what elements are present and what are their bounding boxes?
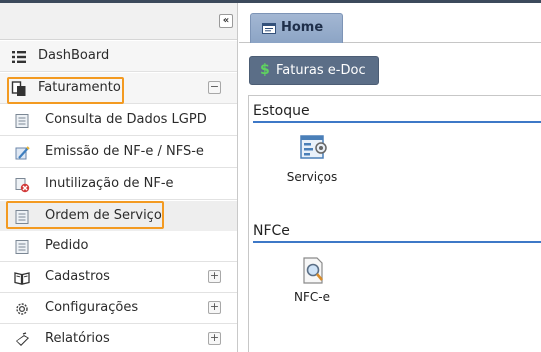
collapse-sidebar-button[interactable]: « xyxy=(219,14,233,28)
sidebar-item-dashboard[interactable]: DashBoard xyxy=(0,41,237,72)
sidebar-item-cadastros[interactable]: Cadastros + xyxy=(0,262,237,293)
gear-icon xyxy=(16,303,28,315)
dollar-icon: $ xyxy=(260,62,270,78)
tab-label: Home xyxy=(281,20,324,35)
sidebar-item-label: Emissão de NF-e / NFS-e xyxy=(45,144,204,159)
list-icon xyxy=(12,51,26,63)
section-title-estoque: Estoque xyxy=(253,103,310,119)
sidebar-item-label: DashBoard xyxy=(38,48,110,63)
book-icon xyxy=(14,272,30,285)
faturas-edoc-button[interactable]: $ Faturas e-Doc xyxy=(249,56,379,85)
report-icon xyxy=(16,332,29,346)
expand-relatorios-button[interactable]: + xyxy=(208,332,221,345)
services-report-icon xyxy=(300,135,327,159)
sidebar-item-label: Cadastros xyxy=(45,269,110,284)
section-divider xyxy=(253,241,541,243)
tab-home[interactable]: Home xyxy=(250,13,343,43)
magnifier-document-icon xyxy=(303,257,323,284)
sidebar-item-label: Inutilização de NF-e xyxy=(45,176,174,191)
sidebar: « DashBoard Faturamento − Consulta de Da… xyxy=(0,3,238,352)
tile-label: Serviços xyxy=(286,170,338,184)
sidebar-item-pedido[interactable]: Pedido xyxy=(0,231,237,262)
sidebar-item-inutilizacao-nfe[interactable]: Inutilização de NF-e xyxy=(0,169,237,200)
sidebar-item-emissao-nfe[interactable]: Emissão de NF-e / NFS-e xyxy=(0,137,237,168)
form-icon xyxy=(15,240,29,254)
sidebar-item-label: Pedido xyxy=(45,238,89,253)
sidebar-header: « xyxy=(0,3,237,40)
edit-pen-icon xyxy=(15,146,30,160)
tile-label: NFC-e xyxy=(294,290,330,304)
faturas-edoc-label: Faturas e-Doc xyxy=(276,63,366,78)
section-divider xyxy=(253,121,541,123)
sidebar-item-label: Configurações xyxy=(45,300,139,315)
invalidate-icon xyxy=(15,178,30,193)
window-icon xyxy=(262,23,276,34)
form-icon xyxy=(15,114,29,128)
expand-cadastros-button[interactable]: + xyxy=(208,270,221,283)
highlight-box-ordem-de-servico xyxy=(6,201,164,229)
sidebar-item-configuracoes[interactable]: Configurações + xyxy=(0,293,237,324)
sidebar-item-relatorios[interactable]: Relatórios + xyxy=(0,324,237,352)
tile-nfce[interactable]: NFC-e xyxy=(277,256,347,308)
collapse-faturamento-button[interactable]: − xyxy=(208,81,221,94)
sidebar-item-label: Consulta de Dados LGPD xyxy=(45,112,207,127)
highlight-box-faturamento xyxy=(7,77,124,104)
expand-configuracoes-button[interactable]: + xyxy=(208,301,221,314)
tile-servicos[interactable]: Serviços xyxy=(277,132,347,188)
sidebar-item-label: Relatórios xyxy=(45,331,110,346)
sidebar-item-consulta-lgpd[interactable]: Consulta de Dados LGPD xyxy=(0,105,237,136)
section-title-nfce: NFCe xyxy=(253,223,290,239)
